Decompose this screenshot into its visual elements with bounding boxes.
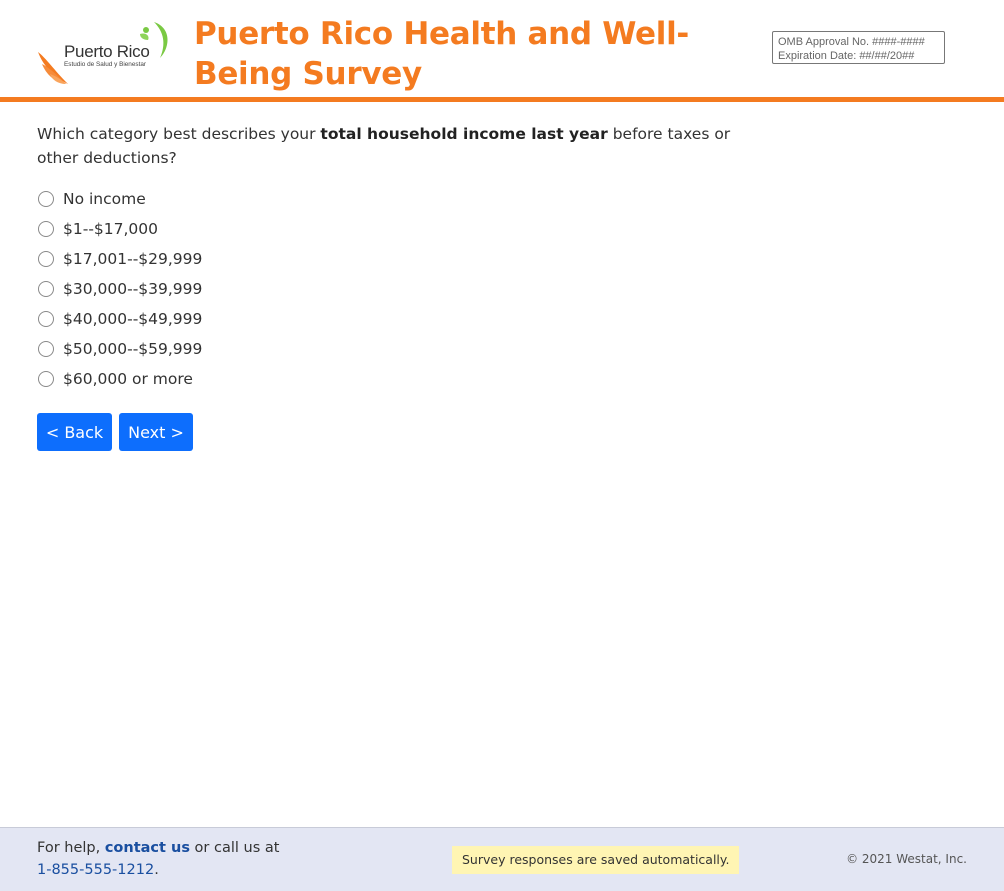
- help-text: For help, contact us or call us at 1-855…: [37, 837, 279, 881]
- radio-button[interactable]: [38, 341, 54, 357]
- option-40000-49999[interactable]: $40,000--$49,999: [37, 304, 202, 334]
- omb-approval-number: OMB Approval No. ####-####: [778, 36, 925, 48]
- option-label: $40,000--$49,999: [63, 310, 203, 328]
- option-30000-39999[interactable]: $30,000--$39,999: [37, 274, 202, 304]
- puerto-rico-logo: Puerto Rico Estudio de Salud y Bienestar: [36, 18, 176, 88]
- next-button[interactable]: Next >: [119, 413, 193, 451]
- logo-tagline: Estudio de Salud y Bienestar: [64, 61, 147, 68]
- option-no-income[interactable]: No income: [37, 184, 202, 214]
- income-options: No income $1--$17,000 $17,001--$29,999 $…: [37, 184, 202, 394]
- help-prefix: For help,: [37, 840, 105, 856]
- option-17001-29999[interactable]: $17,001--$29,999: [37, 244, 202, 274]
- footer: For help, contact us or call us at 1-855…: [0, 827, 1004, 891]
- phone-suffix: .: [154, 862, 159, 878]
- radio-button[interactable]: [38, 281, 54, 297]
- option-1-17000[interactable]: $1--$17,000: [37, 214, 202, 244]
- question-text: Which category best describes your total…: [37, 122, 757, 170]
- option-label: $17,001--$29,999: [63, 250, 203, 268]
- phone-link[interactable]: 1-855-555-1212: [37, 862, 154, 878]
- radio-button[interactable]: [38, 191, 54, 207]
- question-prefix: Which category best describes your: [37, 125, 321, 143]
- omb-expiration-date: Expiration Date: ##/##/20##: [778, 50, 915, 62]
- option-label: No income: [63, 190, 146, 208]
- autosave-notice: Survey responses are saved automatically…: [452, 846, 740, 874]
- radio-button[interactable]: [38, 251, 54, 267]
- back-button[interactable]: < Back: [37, 413, 112, 451]
- option-60000-or-more[interactable]: $60,000 or more: [37, 364, 202, 394]
- option-label: $1--$17,000: [63, 220, 159, 238]
- page-title: Puerto Rico Health and Well-Being Survey: [194, 16, 689, 92]
- option-50000-59999[interactable]: $50,000--$59,999: [37, 334, 202, 364]
- question-emphasis: total household income last year: [320, 125, 608, 143]
- option-label: $60,000 or more: [63, 370, 193, 388]
- logo-name: Puerto Rico: [64, 42, 150, 61]
- header: Puerto Rico Estudio de Salud y Bienestar…: [0, 0, 1004, 102]
- radio-button[interactable]: [38, 311, 54, 327]
- option-label: $30,000--$39,999: [63, 280, 203, 298]
- help-middle: or call us at: [189, 840, 280, 856]
- radio-button[interactable]: [38, 371, 54, 387]
- contact-us-link[interactable]: contact us: [105, 840, 190, 856]
- omb-info-box: OMB Approval No. ####-#### Expiration Da…: [772, 31, 945, 64]
- copyright: © 2021 Westat, Inc.: [846, 852, 967, 866]
- option-label: $50,000--$59,999: [63, 340, 203, 358]
- radio-button[interactable]: [38, 221, 54, 237]
